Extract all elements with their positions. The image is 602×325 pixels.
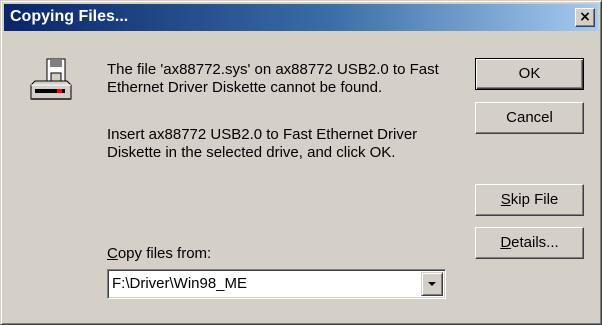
skip-file-accel: S [500,191,511,208]
instruction-message: Insert ax88772 USB2.0 to Fast Ethernet D… [107,126,418,161]
window-title: Copying Files... [10,8,129,25]
copy-label-text: opy files from: [117,245,212,262]
details-button[interactable]: Details... [475,227,584,259]
skip-file-label: kip File [510,191,559,208]
details-label: etails... [511,234,559,251]
error-message: The file 'ax88772.sys' on ax88772 USB2.0… [107,61,439,96]
floppy-drive-icon [30,58,72,100]
copy-label-accel: C [107,245,118,262]
title-bar[interactable]: Copying Files... × [4,4,598,31]
dropdown-arrow-button[interactable] [421,272,443,296]
skip-file-button[interactable]: Skip File [475,184,584,216]
close-button[interactable]: × [575,8,595,27]
copy-files-from-value[interactable]: F:\Driver\Win98_ME [112,275,247,292]
chevron-down-icon [428,282,436,286]
copy-files-from-label: Copy files from: [107,245,211,262]
details-accel: D [500,234,512,251]
copy-files-from-combobox[interactable]: F:\Driver\Win98_ME [107,269,446,299]
ok-button[interactable]: OK [475,58,584,90]
copying-files-dialog: Copying Files... × The file 'ax88772.sys… [0,0,602,325]
cancel-button[interactable]: Cancel [475,102,584,134]
